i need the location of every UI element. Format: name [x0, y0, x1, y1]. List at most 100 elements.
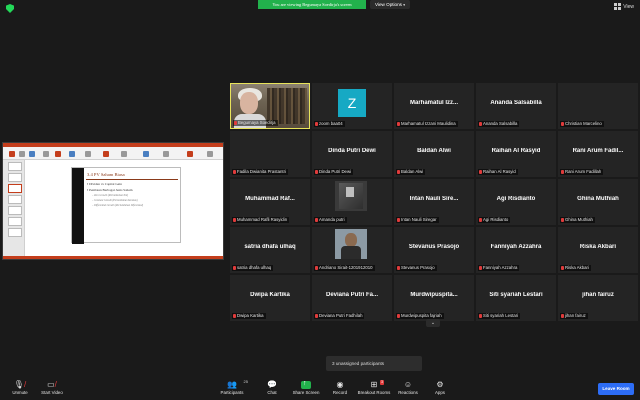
participant-display-name: Ghina Muthiah — [577, 196, 619, 202]
viewing-screen-banner: You are viewing Begumaya Soedirja's scre… — [258, 0, 366, 9]
slide-sub-bullet-text: Constant Growth (Pertumbuhan Konstan) — [93, 199, 138, 202]
participant-tile[interactable]: Amanda putri — [312, 179, 392, 225]
participant-tile[interactable]: Baldan Alwi Baldan Alwi — [394, 131, 474, 177]
slide-thumbnail — [8, 162, 22, 171]
slide-bullet: ▪ Dividen vs Capital Gain — [87, 182, 122, 186]
participant-tile[interactable]: jihan fairuz jihan fairuz — [558, 275, 638, 321]
participant-name: Christian Marcelino — [565, 121, 602, 126]
view-options-button[interactable]: View Options ▾ — [370, 0, 410, 9]
participant-name-label: Begumaya Soedirja — [233, 120, 278, 126]
muted-microphone-icon — [315, 122, 318, 126]
participant-name-label: Intan Nauli Siregar — [396, 217, 439, 223]
participant-name: Andriano Sirait-1201912010 — [319, 265, 373, 270]
view-options-label: View Options — [374, 2, 402, 7]
participant-tile[interactable]: Riska Akbari Riska Akbari — [558, 227, 638, 273]
leave-room-button[interactable]: Leave Room — [598, 383, 634, 395]
start-video-button[interactable]: ▭/ Start Video — [32, 380, 72, 396]
participant-name-label: Dwipa Kartika — [232, 313, 266, 319]
participant-display-name: Marhamatul Izz... — [409, 100, 458, 106]
encryption-shield-icon[interactable] — [6, 4, 14, 13]
participant-display-name: Intan Nauli Sire... — [409, 196, 459, 202]
participant-name: Muhammad Rafli Rasyidin — [237, 217, 288, 222]
participant-tile[interactable]: Ananda Salsabilla Ananda Salsabilla — [476, 83, 556, 129]
participant-name: Rani Arum Fadillah — [565, 169, 602, 174]
participant-name-label: Fanniyah Azzahra — [478, 265, 520, 271]
participant-tile[interactable]: Dwipa Kartika Dwipa Kartika — [230, 275, 310, 321]
participant-display-name: Muhammad Raf... — [245, 196, 295, 202]
participant-tile[interactable]: Stevanus Prasojo Stevanus Prasojo — [394, 227, 474, 273]
muted-microphone-icon — [397, 314, 400, 318]
view-button[interactable]: View — [614, 3, 634, 10]
participants-button[interactable]: 👥 25 Participants — [212, 379, 252, 396]
participant-tile[interactable]: Marhamatul Izz... Marhamatul Izzani Mauli… — [394, 83, 474, 129]
slide-thumbnail-selected — [8, 184, 22, 193]
start-video-label: Start Video — [41, 390, 63, 395]
participant-tile[interactable]: Agi Risdianto Agi Risdianto — [476, 179, 556, 225]
participant-name-label: Raihan Al Rasyid — [478, 169, 518, 175]
participant-name-label: Ananda Salsabilla — [478, 121, 520, 127]
participant-name: Amanda putri — [319, 217, 345, 222]
participant-tile[interactable]: Begumaya Soedirja — [230, 83, 310, 129]
slide-title-rule — [86, 179, 178, 180]
participant-name: Fadila Dwianita Prastantri — [237, 169, 286, 174]
next-page-chevron-icon[interactable]: ⌄ — [426, 319, 440, 327]
slide-thumbnail — [8, 173, 22, 182]
participant-display-name: Ananda Salsabilla — [490, 100, 542, 106]
participant-name-label: Andriano Sirait-1201912010 — [314, 265, 375, 271]
participant-name-label: jihan fairuz — [560, 313, 588, 319]
participant-tile[interactable]: satria dhafa ulhaq satria dhafa ulhaq — [230, 227, 310, 273]
participant-display-name: Raihan Al Rasyid — [491, 148, 541, 154]
apps-button[interactable]: ⚙ Apps — [420, 380, 460, 396]
participant-name: Ghina Muthiah — [565, 217, 593, 222]
view-label: View — [623, 3, 634, 10]
participant-display-name: Baldan Alwi — [417, 148, 451, 154]
muted-microphone-icon — [561, 218, 564, 222]
participant-tile[interactable]: Murdwipuspita... Murdwipuspita fajriah — [394, 275, 474, 321]
muted-microphone-icon — [397, 266, 400, 270]
participant-display-name: Dinda Putri Dewi — [328, 148, 376, 154]
participant-name-label: Siti syariah Lestari — [478, 313, 521, 319]
participant-tile[interactable]: Fadila Dwianita Prastantri — [230, 131, 310, 177]
participant-name-label: Ghina Muthiah — [560, 217, 595, 223]
participant-tile[interactable]: Zzoom baa04 — [312, 83, 392, 129]
muted-microphone-icon — [233, 218, 236, 222]
participant-tile[interactable]: Ghina Muthiah Ghina Muthiah — [558, 179, 638, 225]
participant-tile[interactable]: Dinda Putri Dewi Dinda Putri Dewi — [312, 131, 392, 177]
participant-tile[interactable]: Intan Nauli Sire... Intan Nauli Siregar — [394, 179, 474, 225]
muted-microphone-icon — [315, 170, 318, 174]
muted-microphone-icon — [479, 170, 482, 174]
apps-label: Apps — [434, 390, 445, 395]
participant-tile[interactable]: Deviana Putri Fa... Deviana Putri Fadhila… — [312, 275, 392, 321]
participant-name: zoom baa04 — [319, 121, 343, 126]
slide-thumbnail — [8, 206, 22, 215]
participant-display-name: Stevanus Prasojo — [408, 244, 460, 250]
slide-sub-bullet: – Constant Growth (Pertumbuhan Konstan) — [92, 199, 138, 202]
participant-tile[interactable]: Fanniyah Azzahra Fanniyah Azzahra — [476, 227, 556, 273]
participant-tile[interactable]: Rani Arum Fadil... Rani Arum Fadillah — [558, 131, 638, 177]
participant-tile[interactable]: Muhammad Raf... Muhammad Rafli Rasyidin — [230, 179, 310, 225]
participant-name: Begumaya Soedirja — [238, 120, 276, 125]
participant-display-name: jihan fairuz — [582, 292, 614, 298]
unassigned-participants-notice[interactable]: 3 unassigned participants — [326, 356, 422, 371]
participants-count: 25 — [243, 379, 248, 384]
participant-name-label: Baldan Alwi — [396, 169, 426, 175]
participant-tile[interactable]: Christian Marcelino — [558, 83, 638, 129]
breakout-rooms-badge: 3 — [380, 380, 384, 385]
participant-name: satria dhafa ulhaq — [237, 265, 272, 270]
muted-microphone-icon — [479, 266, 482, 270]
powerpoint-statusbar — [3, 256, 223, 259]
participant-name-label: Agi Risdianto — [478, 217, 511, 223]
slide-sub-bullet-text: Differential Growth (Pertumbuhan Diferen… — [93, 204, 144, 207]
participant-name: Marhamatul Izzani Maulidina — [401, 121, 456, 126]
participant-name: Baldan Alwi — [401, 169, 424, 174]
shared-screen[interactable]: 3.4 PV Saham Biasa ▪ Dividen vs Capital … — [2, 142, 224, 260]
participant-tile[interactable]: Siti syariah Lestari Siti syariah Lestari — [476, 275, 556, 321]
participant-name-label: Christian Marcelino — [560, 121, 604, 127]
participant-name-label: Amanda putri — [314, 217, 347, 223]
participant-tile[interactable]: Raihan Al Rasyid Raihan Al Rasyid — [476, 131, 556, 177]
participant-display-name: Deviana Putri Fa... — [325, 292, 379, 298]
slide-side-bar — [72, 168, 84, 244]
participant-display-name: Siti syariah Lestari — [489, 292, 543, 298]
participant-tile[interactable]: Andriano Sirait-1201912010 — [312, 227, 392, 273]
participant-name-label: Riska Akbari — [560, 265, 591, 271]
